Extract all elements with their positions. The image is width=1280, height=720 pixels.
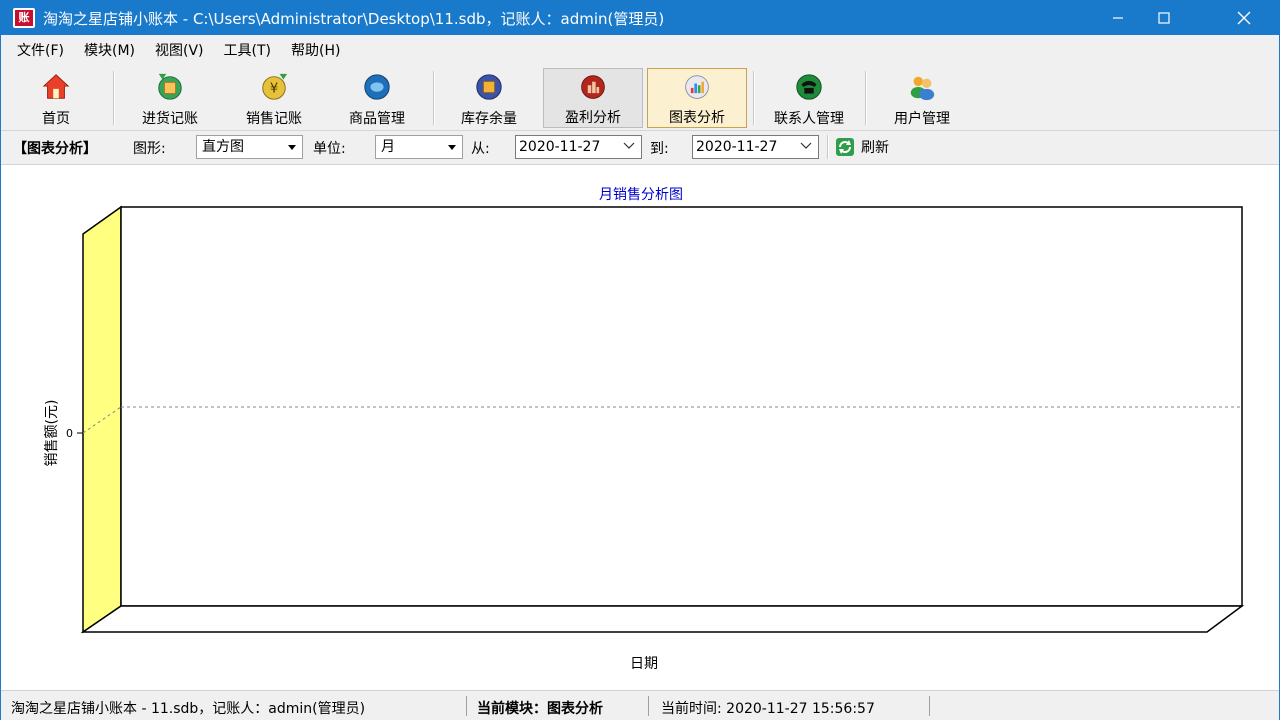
dropdown-arrow-icon: [288, 145, 296, 150]
toolbar-contacts-button[interactable]: 联系人管理: [761, 68, 857, 128]
y-axis-label: 销售额(元): [44, 400, 60, 467]
toolbar-users-button[interactable]: 用户管理: [879, 68, 965, 128]
chevron-down-icon: [623, 142, 635, 149]
unit-label: 单位:: [313, 141, 346, 157]
toolbar-home-button[interactable]: 首页: [15, 68, 97, 128]
maximize-button[interactable]: [1141, 1, 1187, 35]
refresh-button[interactable]: 刷新: [835, 137, 889, 157]
toolbar-chart-button[interactable]: 图表分析: [647, 68, 747, 128]
profit-icon: [581, 75, 605, 99]
menu-bar: 文件(F) 模块(M) 视图(V) 工具(T) 帮助(H): [1, 35, 1279, 65]
sales-chart: 月销售分析图 0 销售额(元) 日期: [44, 187, 1245, 672]
minimize-button[interactable]: [1095, 1, 1141, 35]
close-icon: [1237, 11, 1251, 25]
phone-icon: [796, 74, 822, 100]
filter-bar: 【图表分析】 图形: 直方图 单位: 月 从: 2020-11-27 到: 20…: [1, 131, 1279, 165]
goods-icon: [364, 74, 390, 100]
menu-help[interactable]: 帮助(H): [281, 40, 350, 60]
status-bar: 淘淘之星店铺小账本 - 11.sdb，记账人：admin(管理员) 当前模块：图…: [1, 690, 1279, 720]
chart-title: 月销售分析图: [599, 187, 683, 203]
app-window: 账 淘淘之星店铺小账本 - C:\Users\Administrator\Des…: [0, 0, 1280, 720]
toolbar-purchase-button[interactable]: 进货记账: [125, 68, 215, 128]
minimize-icon: [1113, 17, 1123, 19]
toolbar-sales-button[interactable]: ¥ 销售记账: [229, 68, 319, 128]
status-current-module: 当前模块：图表分析: [477, 701, 603, 717]
y-tick-label: 0: [66, 427, 73, 440]
chart-floor: [80, 605, 1245, 633]
menu-view[interactable]: 视图(V): [145, 40, 214, 60]
from-date-picker[interactable]: 2020-11-27: [515, 135, 642, 159]
chart-side-wall: [82, 205, 122, 634]
maximize-icon: [1158, 12, 1170, 24]
menu-file[interactable]: 文件(F): [7, 40, 74, 60]
stock-icon: [476, 74, 502, 100]
main-toolbar: 首页 进货记账 ¥ 销售记账 商品管理 库存余量 盈利分析 图表分析 联系人管理…: [1, 65, 1279, 131]
shape-label: 图形:: [133, 141, 166, 157]
window-title: 淘淘之星店铺小账本 - C:\Users\Administrator\Deskt…: [43, 9, 665, 28]
purchase-icon: [158, 73, 182, 100]
home-icon: [42, 74, 70, 99]
to-date-picker[interactable]: 2020-11-27: [692, 135, 819, 159]
status-app-info: 淘淘之星店铺小账本 - 11.sdb，记账人：admin(管理员): [11, 701, 366, 717]
app-icon: 账: [13, 8, 35, 28]
menu-module[interactable]: 模块(M): [74, 40, 145, 60]
unit-select[interactable]: 月: [375, 135, 463, 159]
toolbar-profit-button[interactable]: 盈利分析: [543, 68, 643, 128]
menu-tools[interactable]: 工具(T): [214, 40, 281, 60]
status-current-time: 当前时间: 2020-11-27 15:56:57: [661, 701, 875, 717]
sales-icon: ¥: [262, 73, 288, 100]
toolbar-stock-button[interactable]: 库存余量: [445, 68, 533, 128]
close-button[interactable]: [1221, 1, 1267, 35]
svg-text:¥: ¥: [270, 82, 278, 97]
dropdown-arrow-icon: [448, 145, 456, 150]
users-icon: [910, 76, 935, 101]
chart-panel: 月销售分析图 0 销售额(元) 日期: [1, 166, 1279, 690]
from-label: 从:: [471, 141, 490, 157]
refresh-icon: [836, 138, 854, 156]
chart-shape-select[interactable]: 直方图: [196, 135, 303, 159]
chevron-down-icon: [800, 142, 812, 149]
x-axis-label: 日期: [630, 656, 658, 672]
section-label: 【图表分析】: [13, 141, 97, 157]
title-bar: 账 淘淘之星店铺小账本 - C:\Users\Administrator\Des…: [1, 1, 1279, 35]
to-label: 到:: [650, 141, 669, 157]
chart-analysis-icon: [685, 75, 709, 99]
toolbar-goods-button[interactable]: 商品管理: [333, 68, 421, 128]
